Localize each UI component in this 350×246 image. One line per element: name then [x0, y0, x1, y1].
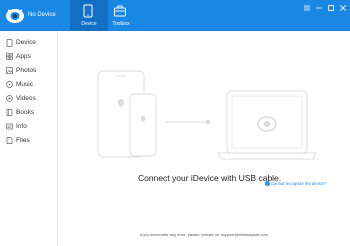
sidebar-item-label: Info: [16, 123, 27, 130]
phone-icon: [83, 4, 93, 18]
sidebar-item-label: Apps: [16, 53, 31, 60]
toolbox-icon: [114, 5, 126, 17]
cannot-recognize-link[interactable]: ? Cannot recognize the device?: [265, 175, 326, 193]
sidebar-item-label: Files: [16, 137, 30, 144]
sidebar-item-photos[interactable]: Photos: [0, 64, 57, 78]
small-phone-illustration: [129, 93, 157, 157]
sidebar: Device Apps Photos Music Videos Books In…: [0, 31, 58, 246]
device-icon: [6, 39, 13, 47]
apps-icon: [6, 53, 13, 60]
usb-cable-illustration: [166, 120, 210, 124]
help-link-label: Cannot recognize the device?: [271, 181, 327, 187]
main-panel: Connect your iDevice with USB cable. ? Ca…: [58, 31, 350, 246]
footer-support-text: If you encounter any error, please conta…: [139, 232, 269, 237]
sidebar-item-apps[interactable]: Apps: [0, 50, 57, 64]
sidebar-item-label: Photos: [16, 67, 37, 74]
sidebar-item-label: Device: [16, 39, 36, 46]
sidebar-item-videos[interactable]: Videos: [0, 92, 57, 106]
laptop-illustration: [217, 90, 317, 160]
title-bar: No Device Device Toolbox: [0, 0, 350, 31]
connect-illustration: [97, 70, 317, 160]
maximize-icon[interactable]: [328, 5, 334, 11]
sidebar-item-label: Videos: [16, 95, 36, 102]
sidebar-item-label: Books: [16, 109, 35, 116]
tab-toolbox-label: Toolbox: [112, 21, 130, 27]
books-icon: [6, 109, 13, 116]
tab-toolbox[interactable]: Toolbox: [102, 0, 140, 31]
window-controls: [304, 5, 346, 13]
music-icon: [6, 81, 13, 88]
sidebar-item-info[interactable]: Info: [0, 120, 57, 134]
app-logo-icon: [6, 9, 24, 23]
sidebar-item-music[interactable]: Music: [0, 78, 57, 92]
photos-icon: [6, 67, 13, 74]
close-icon[interactable]: [340, 5, 346, 11]
sidebar-item-label: Music: [16, 81, 33, 88]
minimize-icon[interactable]: [316, 5, 322, 11]
sidebar-item-books[interactable]: Books: [0, 106, 57, 120]
help-icon: ?: [265, 181, 270, 187]
sidebar-item-device[interactable]: Device: [0, 36, 57, 50]
connect-message: Connect your iDevice with USB cable.: [138, 173, 282, 183]
app-title: No Device: [28, 12, 56, 18]
files-icon: [6, 137, 13, 144]
videos-icon: [6, 95, 13, 102]
sidebar-item-files[interactable]: Files: [0, 134, 57, 148]
menu-icon[interactable]: [304, 5, 310, 11]
info-icon: [6, 123, 13, 130]
